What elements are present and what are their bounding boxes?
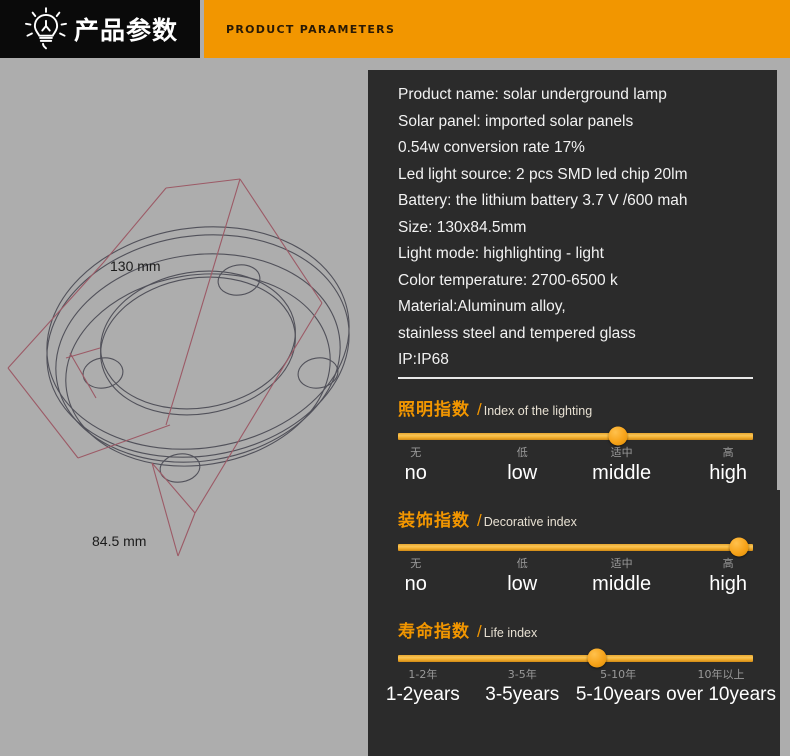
index-title-slash: / (477, 510, 482, 530)
tick-en: no (404, 572, 427, 595)
index-ticks-cn: 无 低 适中 高 (398, 444, 753, 462)
index-title: 装饰指数 / Decorative index (398, 506, 753, 531)
lightbulb-icon (25, 7, 67, 50)
tick-en: middle (592, 461, 652, 484)
index-title-cn: 装饰指数 (398, 510, 470, 531)
spec-line: 0.54w conversion rate 17% (398, 139, 585, 156)
tick-cn: 1-2年 (408, 667, 438, 681)
index-title-en: Life index (483, 625, 538, 640)
page-header: 产品参数 PRODUCT PARAMETERS (0, 0, 790, 58)
spec-line: Light mode: highlighting - light (398, 245, 604, 262)
spec-line: Solar panel: imported solar panels (398, 112, 634, 130)
tick-cn: 高 (722, 556, 734, 570)
tick-en: no (404, 461, 427, 484)
spec-line: Product name: solar underground lamp (398, 86, 667, 103)
tick-en: 3-5years (485, 683, 560, 705)
tick-en: high (709, 572, 748, 595)
specification-panel: Product name: solar underground lamp Sol… (368, 70, 780, 756)
index-title-cn: 照明指数 (398, 399, 470, 420)
tick-en: 1-2years (385, 683, 460, 705)
header-title-cn: 产品参数 (74, 16, 179, 45)
tick-en: low (507, 572, 538, 595)
index-title: 寿命指数 / Life index (398, 617, 753, 642)
tick-cn: 10年以上 (697, 667, 745, 681)
tick-en: 5-10years (575, 683, 661, 705)
index-slider-track-decorative[interactable] (398, 537, 753, 557)
tick-cn: 适中 (610, 445, 633, 459)
index-ticks-en: no low middle high (398, 573, 753, 601)
index-block-decorative: 装饰指数 / Decorative index 无 低 适中 高 no low … (398, 506, 753, 601)
index-title-en: Decorative index (483, 514, 577, 529)
panel-top-right-cutout (777, 70, 790, 490)
spec-line: Color temperature: 2700-6500 k (398, 271, 618, 289)
tick-cn: 无 (410, 445, 422, 459)
index-block-lighting: 照明指数 / Index of the lighting 无 低 适中 高 no… (398, 395, 753, 490)
tick-cn: 低 (516, 445, 528, 459)
index-slider-track-lighting[interactable] (398, 426, 753, 446)
index-slider-track-life[interactable] (398, 648, 753, 668)
index-ticks-en: 1-2years 3-5years 5-10years over 10years (386, 683, 776, 712)
lamp-outline-svg (7, 178, 350, 557)
tick-cn: 低 (516, 556, 528, 570)
spec-list: Product name: solar underground lamp Sol… (368, 70, 780, 374)
tick-cn: 适中 (610, 556, 633, 570)
tick-en: low (507, 461, 538, 484)
header-subtitle-block: PRODUCT PARAMETERS (204, 0, 790, 58)
tick-cn: 高 (722, 445, 734, 459)
section-divider (398, 376, 753, 379)
index-title-cn: 寿命指数 (398, 621, 470, 642)
spec-line: stainless steel and tempered glass (398, 324, 636, 342)
spec-line: Led light source: 2 pcs SMD led chip 20l… (398, 165, 688, 183)
index-ticks-cn: 1-2年 3-5年 5-10年 10年以上 (398, 666, 753, 684)
spec-line: Material:Aluminum alloy, (398, 298, 566, 315)
tick-en: high (709, 461, 748, 484)
header-title-en: PRODUCT PARAMETERS (226, 22, 396, 36)
index-ticks-cn: 无 低 适中 高 (398, 555, 753, 573)
tick-cn: 3-5年 (507, 667, 537, 681)
product-technical-drawing: 130 mm 84.5 mm (0, 58, 370, 678)
index-title-slash: / (477, 399, 482, 419)
index-ticks-en: no low middle high (398, 462, 753, 490)
spec-line: Battery: the lithium battery 3.7 V /600 … (398, 192, 688, 209)
index-title-slash: / (477, 621, 482, 641)
tick-en: over 10years (666, 683, 776, 705)
index-title: 照明指数 / Index of the lighting (398, 395, 753, 420)
dimension-label-width: 130 mm (110, 258, 161, 274)
header-brand-block: 产品参数 (0, 0, 200, 58)
tick-cn: 5-10年 (600, 667, 637, 681)
spec-line: IP:IP68 (398, 351, 449, 368)
index-title-en: Index of the lighting (483, 403, 593, 418)
spec-line: Size: 130x84.5mm (398, 218, 527, 236)
tick-cn: 无 (410, 556, 422, 570)
index-block-life: 寿命指数 / Life index 1-2年 3-5年 5-10年 10年以上 … (386, 617, 776, 712)
tick-en: middle (592, 572, 652, 595)
dimension-label-height: 84.5 mm (92, 533, 147, 549)
